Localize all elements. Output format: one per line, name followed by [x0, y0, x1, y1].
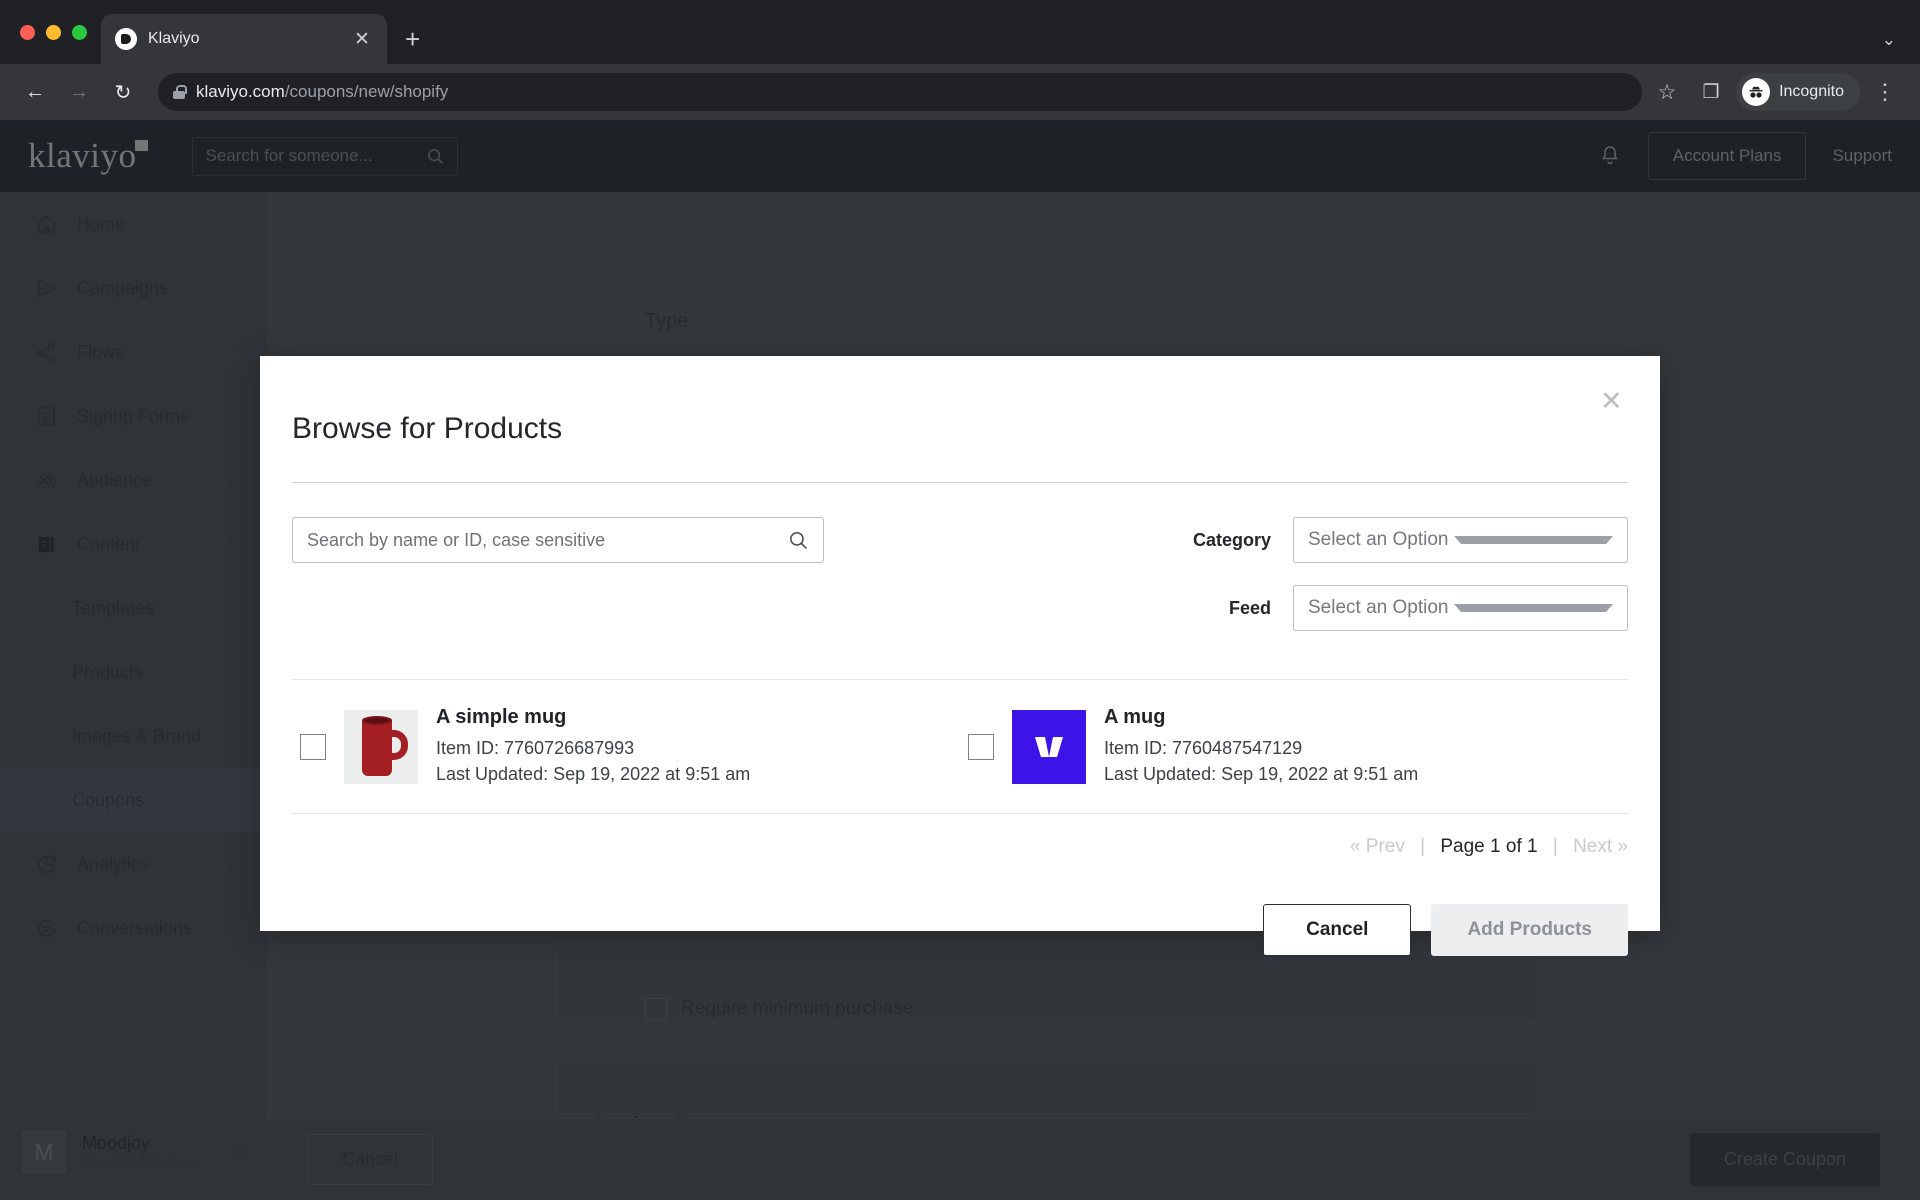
forward-button[interactable]: → — [60, 73, 98, 111]
product-row[interactable]: A mug Item ID: 7760487547129 Last Update… — [960, 680, 1628, 813]
product-checkbox[interactable] — [968, 733, 994, 760]
address-bar[interactable]: klaviyo.com/coupons/new/shopify — [158, 73, 1643, 111]
close-window-button[interactable] — [20, 24, 35, 40]
feed-label: Feed — [1228, 597, 1271, 618]
chevron-down-icon[interactable] — [1453, 604, 1613, 612]
favicon-icon — [115, 28, 137, 50]
lock-icon — [172, 85, 187, 99]
browse-for-products-dialog: Browse for Products Category — [260, 356, 1660, 957]
url-text: klaviyo.com/coupons/new/shopify — [196, 82, 448, 102]
bookmark-star-icon[interactable]: ☆ — [1648, 73, 1686, 111]
incognito-profile-button[interactable]: Incognito — [1736, 73, 1860, 111]
page-viewport: klaviyo Search for someone... Account Pl… — [0, 120, 1920, 1200]
category-value: Select an Option — [1308, 529, 1449, 550]
product-info: A mug Item ID: 7760487547129 Last Update… — [1104, 706, 1418, 787]
filter-selects: Category Select an Option Feed Select an… — [1161, 517, 1628, 653]
category-filter-row: Category Select an Option — [1161, 517, 1628, 563]
filters-row: Category Select an Option Feed Select an… — [292, 483, 1628, 653]
product-item-id: Item ID: 7760726687993 — [436, 738, 635, 758]
reload-button[interactable]: ↻ — [104, 73, 142, 111]
browser-toolbar: ← → ↻ klaviyo.com/coupons/new/shopify ☆ … — [0, 64, 1920, 120]
url-path: /coupons/new/shopify — [284, 82, 449, 101]
browser-tab[interactable]: Klaviyo ✕ — [101, 14, 387, 64]
pagination-separator: | — [1552, 836, 1558, 858]
url-domain: klaviyo.com — [196, 82, 285, 101]
tab-title: Klaviyo — [148, 30, 200, 47]
close-icon[interactable]: ✕ — [1600, 388, 1623, 415]
dialog-body: Category Select an Option Feed Select an… — [260, 483, 1660, 858]
product-search-wrap — [292, 517, 824, 653]
product-name: A mug — [1104, 706, 1166, 728]
pagination: « Prev | Page 1 of 1 | Next » — [292, 813, 1628, 858]
product-last-updated: Last Updated: Sep 19, 2022 at 9:51 am — [436, 764, 751, 785]
product-thumbnail — [1012, 709, 1086, 784]
browser-window: Klaviyo ✕ + ⌄ ← → ↻ klaviyo.com/coupons/… — [0, 0, 1920, 1200]
new-tab-button[interactable]: + — [405, 26, 420, 52]
page-indicator: Page 1 of 1 — [1440, 836, 1538, 858]
search-input[interactable] — [307, 529, 788, 551]
blue-butterfly-logo — [1012, 709, 1086, 784]
product-name: A simple mug — [436, 706, 567, 728]
product-search-box[interactable] — [292, 517, 824, 563]
product-thumbnail — [344, 709, 418, 784]
prev-page-button[interactable]: « Prev — [1350, 836, 1405, 857]
maximize-window-button[interactable] — [72, 24, 87, 40]
next-page-button[interactable]: Next » — [1573, 836, 1628, 857]
product-list: A simple mug Item ID: 7760726687993 Last… — [292, 679, 1628, 813]
browser-menu-icon[interactable]: ⋮ — [1866, 73, 1904, 111]
feed-select[interactable]: Select an Option — [1293, 585, 1628, 631]
cancel-button[interactable]: Cancel — [1263, 904, 1412, 957]
tab-search-chevron-icon[interactable]: ⌄ — [1882, 30, 1920, 64]
profile-label: Incognito — [1779, 83, 1844, 100]
browser-tabstrip: Klaviyo ✕ + ⌄ — [0, 0, 1920, 64]
window-traffic-lights[interactable] — [18, 0, 101, 64]
incognito-avatar-icon — [1742, 78, 1771, 106]
category-label: Category — [1192, 529, 1271, 550]
product-item-id: Item ID: 7760487547129 — [1104, 738, 1303, 758]
pagination-separator: | — [1420, 836, 1426, 858]
chevron-down-icon[interactable] — [1453, 536, 1613, 544]
product-last-updated: Last Updated: Sep 19, 2022 at 9:51 am — [1104, 764, 1419, 785]
minimize-window-button[interactable] — [46, 24, 61, 40]
dialog-actions: Cancel Add Products — [260, 858, 1660, 957]
search-icon — [790, 531, 808, 549]
product-info: A simple mug Item ID: 7760726687993 Last… — [436, 706, 750, 787]
back-button[interactable]: ← — [16, 73, 54, 111]
category-select[interactable]: Select an Option — [1293, 517, 1628, 563]
close-tab-icon[interactable]: ✕ — [351, 30, 373, 49]
side-panel-icon[interactable]: ❐ — [1692, 73, 1730, 111]
dialog-title: Browse for Products — [292, 412, 563, 445]
add-products-button[interactable]: Add Products — [1431, 904, 1628, 957]
feed-value: Select an Option — [1308, 597, 1449, 618]
product-row[interactable]: A simple mug Item ID: 7760726687993 Last… — [292, 680, 960, 813]
feed-filter-row: Feed Select an Option — [1161, 585, 1628, 631]
product-checkbox[interactable] — [300, 733, 326, 760]
